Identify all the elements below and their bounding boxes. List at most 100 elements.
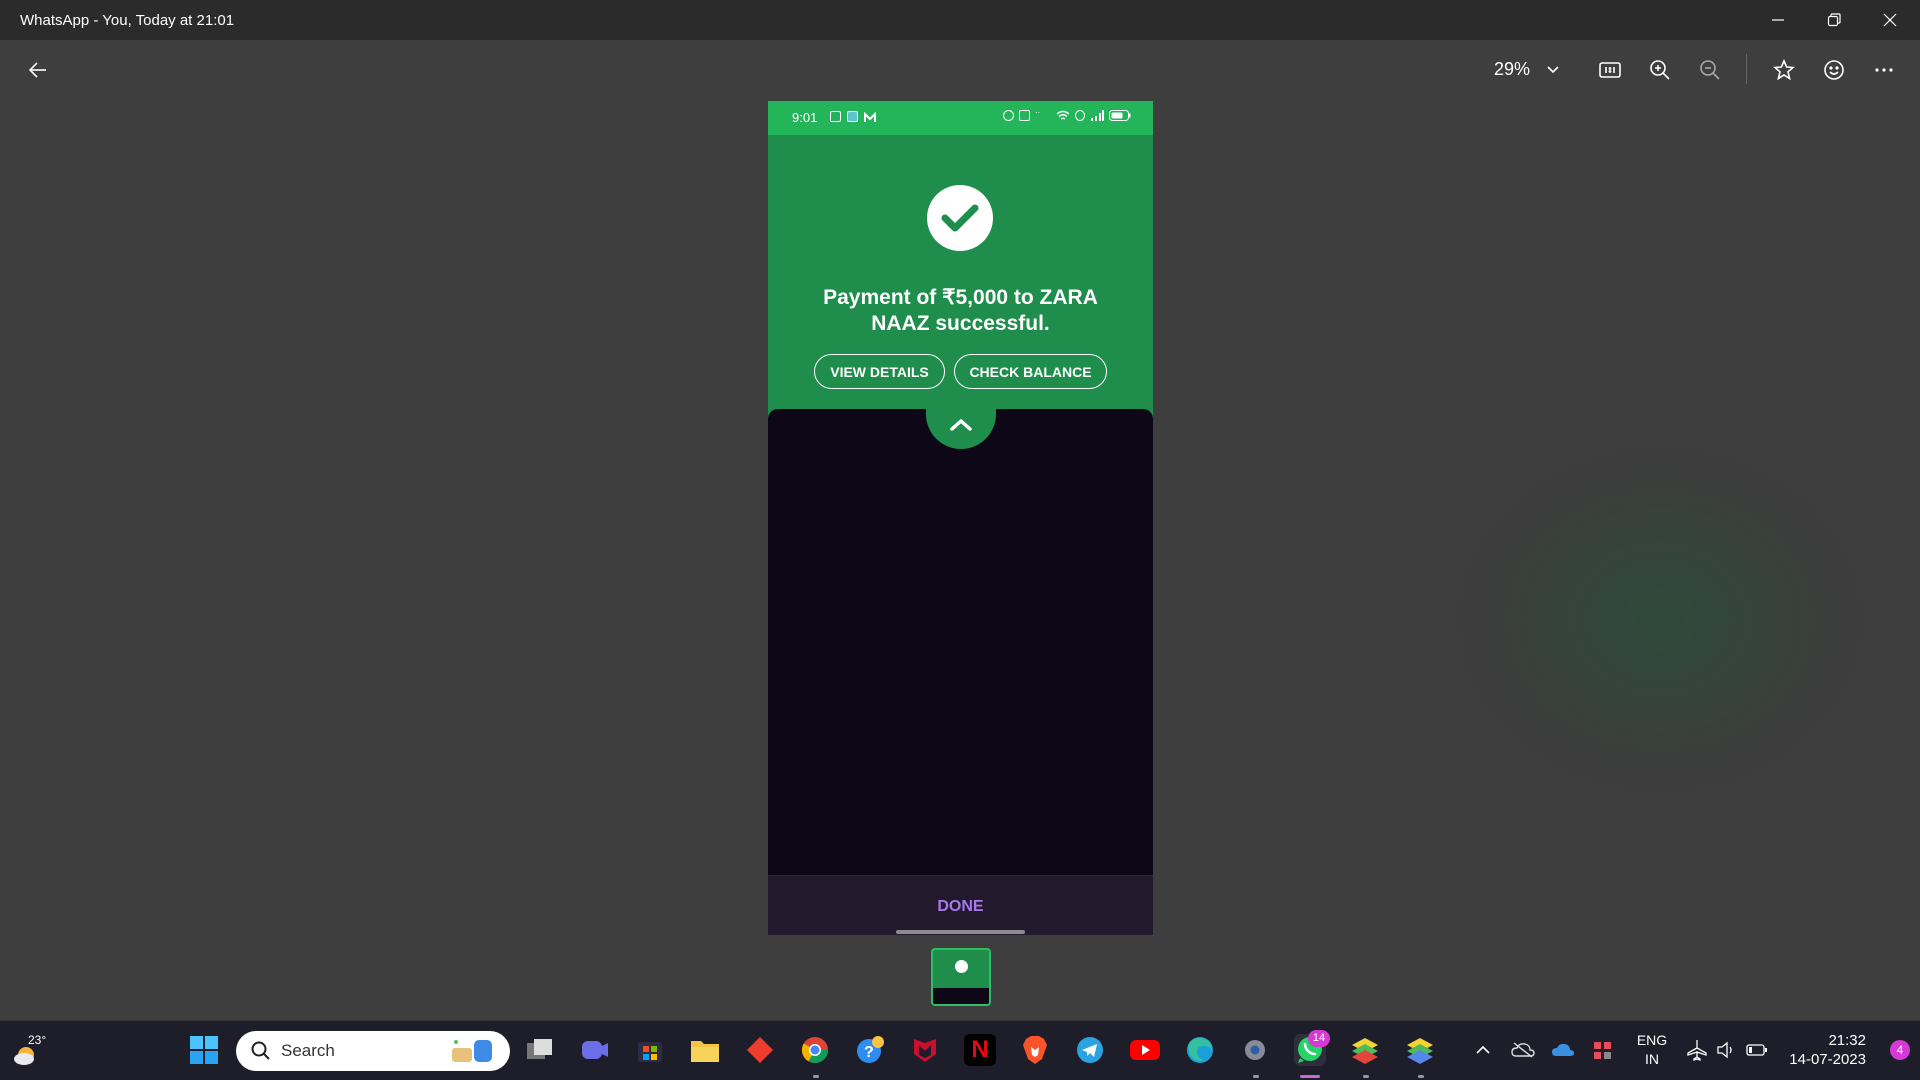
chevron-down-icon — [1547, 66, 1559, 74]
store-icon — [638, 1042, 662, 1062]
speaker-icon — [1717, 1041, 1732, 1059]
filmstrip-thumbnail[interactable] — [931, 948, 991, 1006]
thumbnail-check-icon — [955, 960, 968, 973]
feedback-button[interactable] — [1814, 50, 1854, 90]
shield-icon — [1019, 110, 1030, 121]
zoom-in-icon — [1650, 60, 1670, 80]
view-details-button[interactable]: VIEW DETAILS — [814, 354, 945, 389]
start-button[interactable] — [188, 1034, 220, 1066]
airplane-mode-button[interactable] — [1681, 1034, 1713, 1066]
settings-button[interactable] — [1239, 1034, 1271, 1066]
volume-button[interactable] — [1711, 1034, 1743, 1066]
anydesk-button[interactable] — [744, 1034, 776, 1066]
netflix-icon: N — [971, 1036, 989, 1063]
language-code: ENG — [1636, 1032, 1668, 1048]
search-icon — [251, 1041, 270, 1060]
phone-app-icon — [847, 111, 858, 122]
check-balance-button[interactable]: CHECK BALANCE — [954, 354, 1107, 389]
done-button[interactable]: DONE — [768, 898, 1153, 916]
svg-text:?: ? — [864, 1044, 874, 1061]
zoom-dropdown-button[interactable] — [1533, 50, 1573, 90]
bluestacks-x-button[interactable] — [1404, 1034, 1436, 1066]
back-button[interactable] — [18, 50, 58, 90]
onedrive-cloud-icon — [1552, 1043, 1574, 1056]
actual-size-button[interactable] — [1590, 50, 1630, 90]
close-button[interactable] — [1862, 0, 1918, 40]
task-view-button[interactable] — [524, 1034, 556, 1066]
data-speed-icon: ·· — [1035, 108, 1041, 117]
temperature: 23° — [28, 1033, 47, 1047]
telegram-icon — [1077, 1037, 1103, 1063]
cloud-off-icon — [1511, 1042, 1535, 1058]
gear-icon — [1245, 1040, 1265, 1060]
help-icon: ? — [857, 1036, 884, 1063]
zoom-out-icon — [1700, 60, 1720, 80]
zoom-level[interactable]: 29% — [1494, 59, 1530, 80]
chat-icon — [582, 1041, 608, 1059]
weather-widget[interactable]: 23° — [12, 1033, 52, 1069]
chevron-up-icon — [1476, 1045, 1490, 1054]
running-indicator — [813, 1075, 819, 1078]
netflix-button[interactable]: N — [964, 1034, 996, 1066]
back-arrow-icon — [28, 62, 46, 78]
file-explorer-button[interactable] — [689, 1034, 721, 1066]
alarm-icon — [1003, 110, 1014, 121]
search-highlight-icon — [452, 1040, 492, 1062]
running-indicator — [1418, 1075, 1424, 1078]
bluestacks-x-icon — [1407, 1038, 1433, 1064]
brave-button[interactable] — [1019, 1034, 1051, 1066]
bottom-sheet — [768, 409, 1153, 875]
thumbnail-dark-area — [933, 988, 989, 1004]
notification-icon — [830, 111, 841, 122]
gesture-bar — [896, 930, 1025, 934]
bluestacks-button[interactable] — [1349, 1034, 1381, 1066]
notification-badge[interactable]: 4 — [1890, 1040, 1910, 1060]
zoom-out-button[interactable] — [1690, 50, 1730, 90]
running-indicator — [1253, 1075, 1259, 1078]
search-placeholder: Search — [281, 1041, 335, 1060]
windows-icon — [190, 1036, 218, 1064]
diamond-icon — [747, 1037, 773, 1063]
chrome-icon — [801, 1037, 829, 1064]
star-icon — [1773, 59, 1795, 81]
title-bar: WhatsApp - You, Today at 21:01 — [0, 0, 1920, 40]
airplane-icon — [1687, 1040, 1707, 1061]
taskbar: 23° Search ? N 14 ENG IN 21:32 14-07-202… — [0, 1020, 1920, 1080]
window-title: WhatsApp - You, Today at 21:01 — [20, 11, 235, 29]
onedrive-button[interactable] — [1547, 1034, 1579, 1066]
minimize-button[interactable] — [1750, 0, 1806, 40]
zoom-in-button[interactable] — [1640, 50, 1680, 90]
youtube-button[interactable] — [1129, 1034, 1161, 1066]
battery-icon — [1746, 1044, 1767, 1056]
language-indicator[interactable]: ENG IN — [1630, 1031, 1674, 1069]
favorite-button[interactable] — [1764, 50, 1804, 90]
get-help-button[interactable]: ? — [854, 1034, 886, 1066]
battery-button[interactable] — [1741, 1034, 1773, 1066]
task-view-icon — [527, 1039, 552, 1059]
restore-button[interactable] — [1806, 0, 1862, 40]
actual-size-icon — [1599, 62, 1621, 78]
more-button[interactable] — [1864, 50, 1904, 90]
done-bar: DONE — [768, 875, 1153, 935]
active-indicator — [1300, 1075, 1320, 1078]
taskbar-search[interactable]: Search — [236, 1031, 510, 1071]
show-hidden-icons-button[interactable] — [1467, 1034, 1499, 1066]
minimize-icon — [1772, 19, 1784, 21]
onedrive-offline-button[interactable] — [1507, 1034, 1539, 1066]
message-line-1: Payment of ₹5,000 to ZARA — [823, 286, 1098, 309]
teams-chat-button[interactable] — [579, 1034, 611, 1066]
smiley-icon — [1824, 60, 1844, 80]
phone-clock: 9:01 — [792, 110, 818, 125]
bluestacks-icon — [1352, 1038, 1378, 1064]
mcafee-button[interactable] — [909, 1034, 941, 1066]
chrome-button[interactable] — [799, 1034, 831, 1066]
payment-success-message: Payment of ₹5,000 to ZARA NAAZ successfu… — [798, 285, 1123, 337]
status-icons-left — [830, 111, 876, 122]
youtube-icon — [1130, 1040, 1160, 1060]
system-clock[interactable]: 21:32 14-07-2023 — [1789, 1031, 1866, 1069]
app-tray-button[interactable] — [1587, 1034, 1619, 1066]
edge-button[interactable] — [1184, 1034, 1216, 1066]
toolbar-separator — [1746, 54, 1747, 84]
telegram-button[interactable] — [1074, 1034, 1106, 1066]
store-button[interactable] — [634, 1034, 666, 1066]
